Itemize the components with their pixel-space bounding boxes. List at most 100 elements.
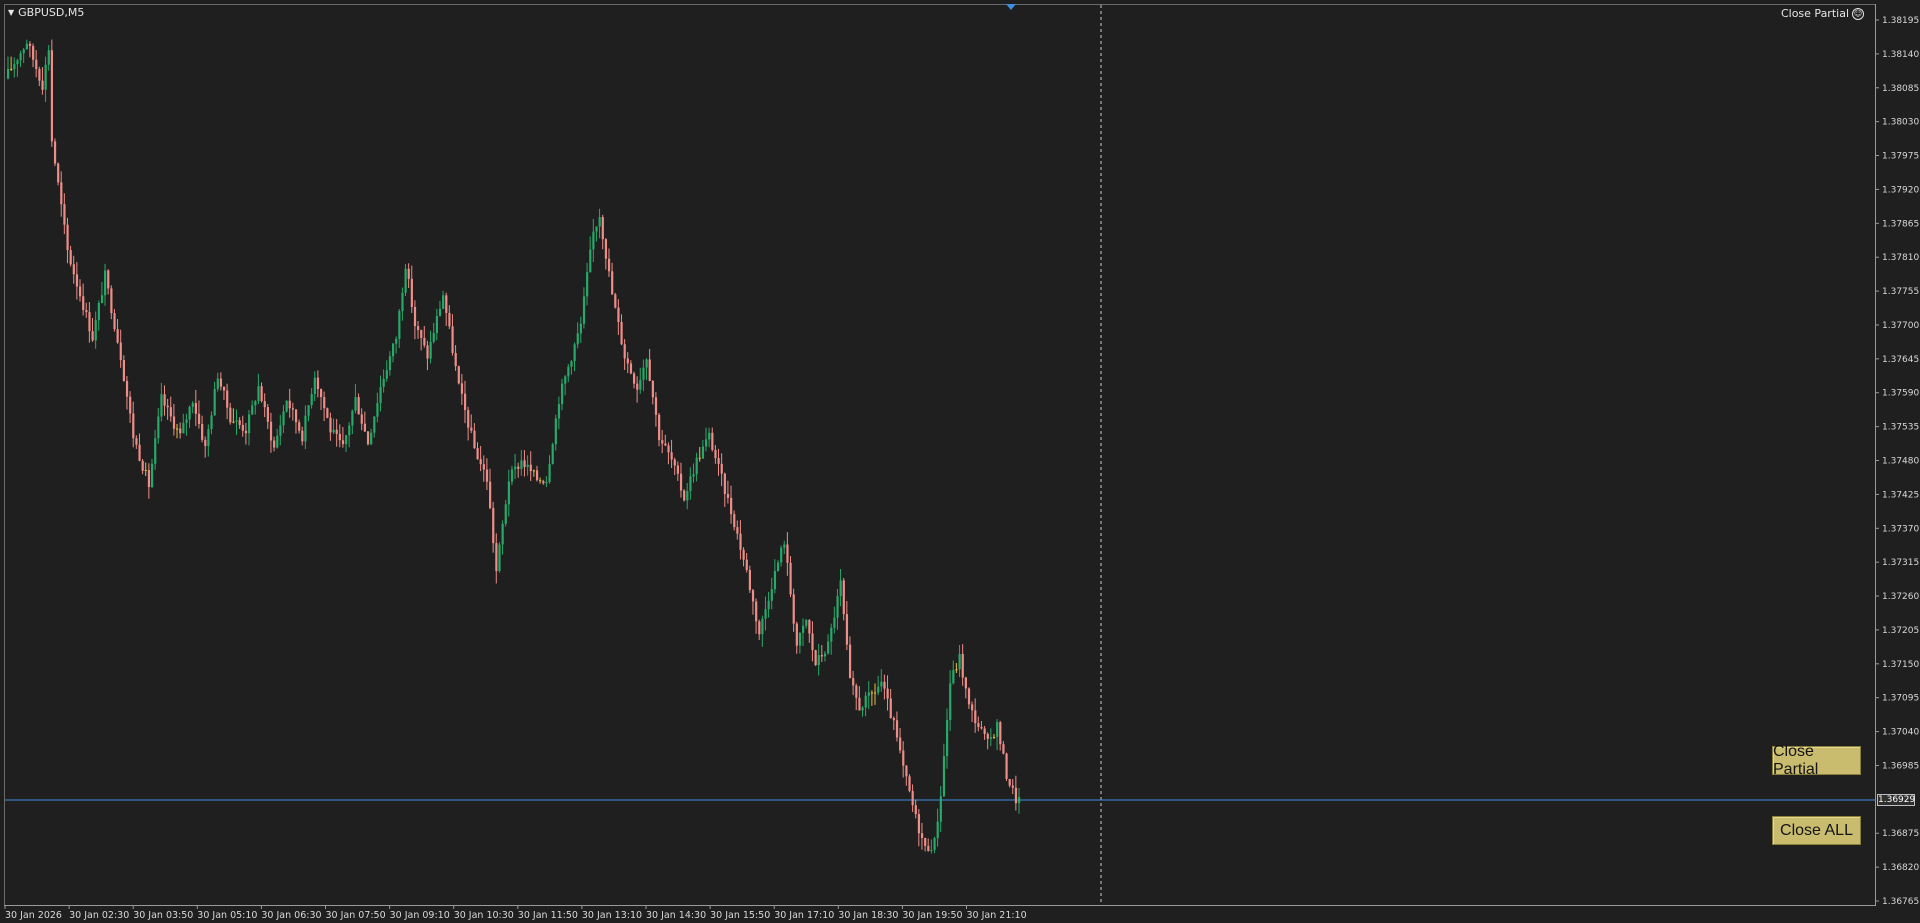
candle-body <box>902 750 905 766</box>
candle-body <box>658 414 661 441</box>
candle-body <box>166 405 169 408</box>
chart-shift-marker[interactable] <box>1006 4 1016 10</box>
candle-body <box>955 669 958 671</box>
time-tick-label: 30 Jan 03:50 <box>133 910 193 921</box>
candle-body <box>404 268 407 293</box>
candle-body <box>683 490 686 501</box>
candle-body <box>285 400 288 412</box>
candle-body <box>952 670 955 684</box>
time-ticks: 30 Jan 2026 30 Jan 02:30 30 Jan 03:50 30 Ja… <box>4 905 1027 921</box>
symbol-text: GBPUSD,M5 <box>18 6 85 19</box>
candle-body <box>420 330 423 338</box>
candle-body <box>780 547 783 563</box>
candle-body <box>244 430 248 434</box>
candle-body <box>958 653 961 670</box>
candle-body <box>661 440 664 444</box>
candle-body <box>172 416 176 429</box>
price-tick-label: 1.38140 <box>1882 50 1919 60</box>
candle-body <box>720 463 723 474</box>
time-tick-label: 30 Jan 02:30 <box>69 910 129 921</box>
candle-body <box>974 710 977 724</box>
symbol-timeframe-label[interactable]: ▼ GBPUSD,M5 <box>8 6 84 19</box>
time-tick-label: 30 Jan 05:10 <box>197 910 257 921</box>
candle-body <box>25 43 28 50</box>
candle-body <box>914 805 917 815</box>
candle-body <box>864 695 867 708</box>
candle-body <box>150 463 154 488</box>
candle-body <box>423 337 426 346</box>
candle-body <box>554 418 557 445</box>
candle-body <box>197 413 201 424</box>
candle-body <box>576 333 579 345</box>
candle-body <box>194 403 197 414</box>
candle-body <box>698 457 701 459</box>
candle-body <box>388 356 392 371</box>
candle-body <box>179 428 182 434</box>
candle-body <box>739 533 742 550</box>
candle-body <box>755 601 758 622</box>
candle-body <box>986 733 989 739</box>
expert-advisor-label[interactable]: Close Partial ☺ <box>1781 7 1864 20</box>
candle-body <box>1005 753 1008 780</box>
price-tick-label: 1.37205 <box>1882 626 1919 636</box>
candle-body <box>758 621 761 635</box>
candle-body <box>313 377 316 395</box>
candle-body <box>413 306 417 327</box>
candle-body <box>598 217 601 227</box>
candle-body <box>848 644 852 679</box>
candle-body <box>91 331 94 341</box>
candle-body <box>66 224 69 251</box>
time-tick-label: 30 Jan 18:30 <box>838 910 898 921</box>
candle-body <box>435 316 439 333</box>
candle-body <box>895 720 899 738</box>
time-tick-label: 30 Jan 19:50 <box>902 910 962 921</box>
candle-body <box>316 377 320 390</box>
candle-body <box>686 491 689 501</box>
candle-body <box>266 407 269 422</box>
dropdown-triangle-icon[interactable]: ▼ <box>8 8 14 17</box>
candle-body <box>398 311 401 339</box>
candle-body <box>279 425 282 436</box>
candle-body <box>967 688 971 705</box>
candle-body <box>802 625 805 633</box>
candle-body <box>41 80 44 90</box>
candle-body <box>97 302 100 321</box>
price-tick-label: 1.37590 <box>1882 389 1919 399</box>
price-tick-label: 1.36820 <box>1882 863 1919 873</box>
candle-body <box>811 633 814 651</box>
candle-body <box>294 409 298 423</box>
candle-body <box>100 295 104 303</box>
candle-body <box>479 459 482 465</box>
candle-body <box>326 408 329 418</box>
candle-body <box>645 359 648 368</box>
candle-body <box>514 466 517 470</box>
candle-body <box>992 736 996 738</box>
candle-body <box>132 413 135 439</box>
candles-group <box>7 39 1021 854</box>
candle-body <box>517 466 520 469</box>
candle-body <box>216 378 219 389</box>
candle-body <box>1011 785 1014 788</box>
candle-body <box>510 469 514 482</box>
candle-body <box>104 270 107 296</box>
close-all-button[interactable]: Close ALL <box>1772 816 1861 845</box>
candle-body <box>457 366 460 384</box>
candle-body <box>144 469 147 471</box>
candle-body <box>814 650 817 666</box>
candle-body <box>363 423 367 432</box>
candle-body <box>241 424 244 431</box>
candle-body <box>607 258 611 272</box>
candle-body <box>833 617 836 628</box>
close-partial-button[interactable]: Close Partial <box>1772 743 1861 778</box>
candle-body <box>473 430 476 449</box>
candle-body <box>539 480 542 482</box>
candle-body <box>232 421 235 423</box>
candle-body <box>38 69 41 81</box>
candle-body <box>207 429 210 447</box>
candle-body <box>717 458 720 464</box>
candle-body <box>561 383 564 405</box>
smiley-icon[interactable]: ☺ <box>1852 7 1864 20</box>
candle-body <box>1002 744 1005 754</box>
candle-body <box>761 618 764 635</box>
candle-body <box>451 326 454 354</box>
